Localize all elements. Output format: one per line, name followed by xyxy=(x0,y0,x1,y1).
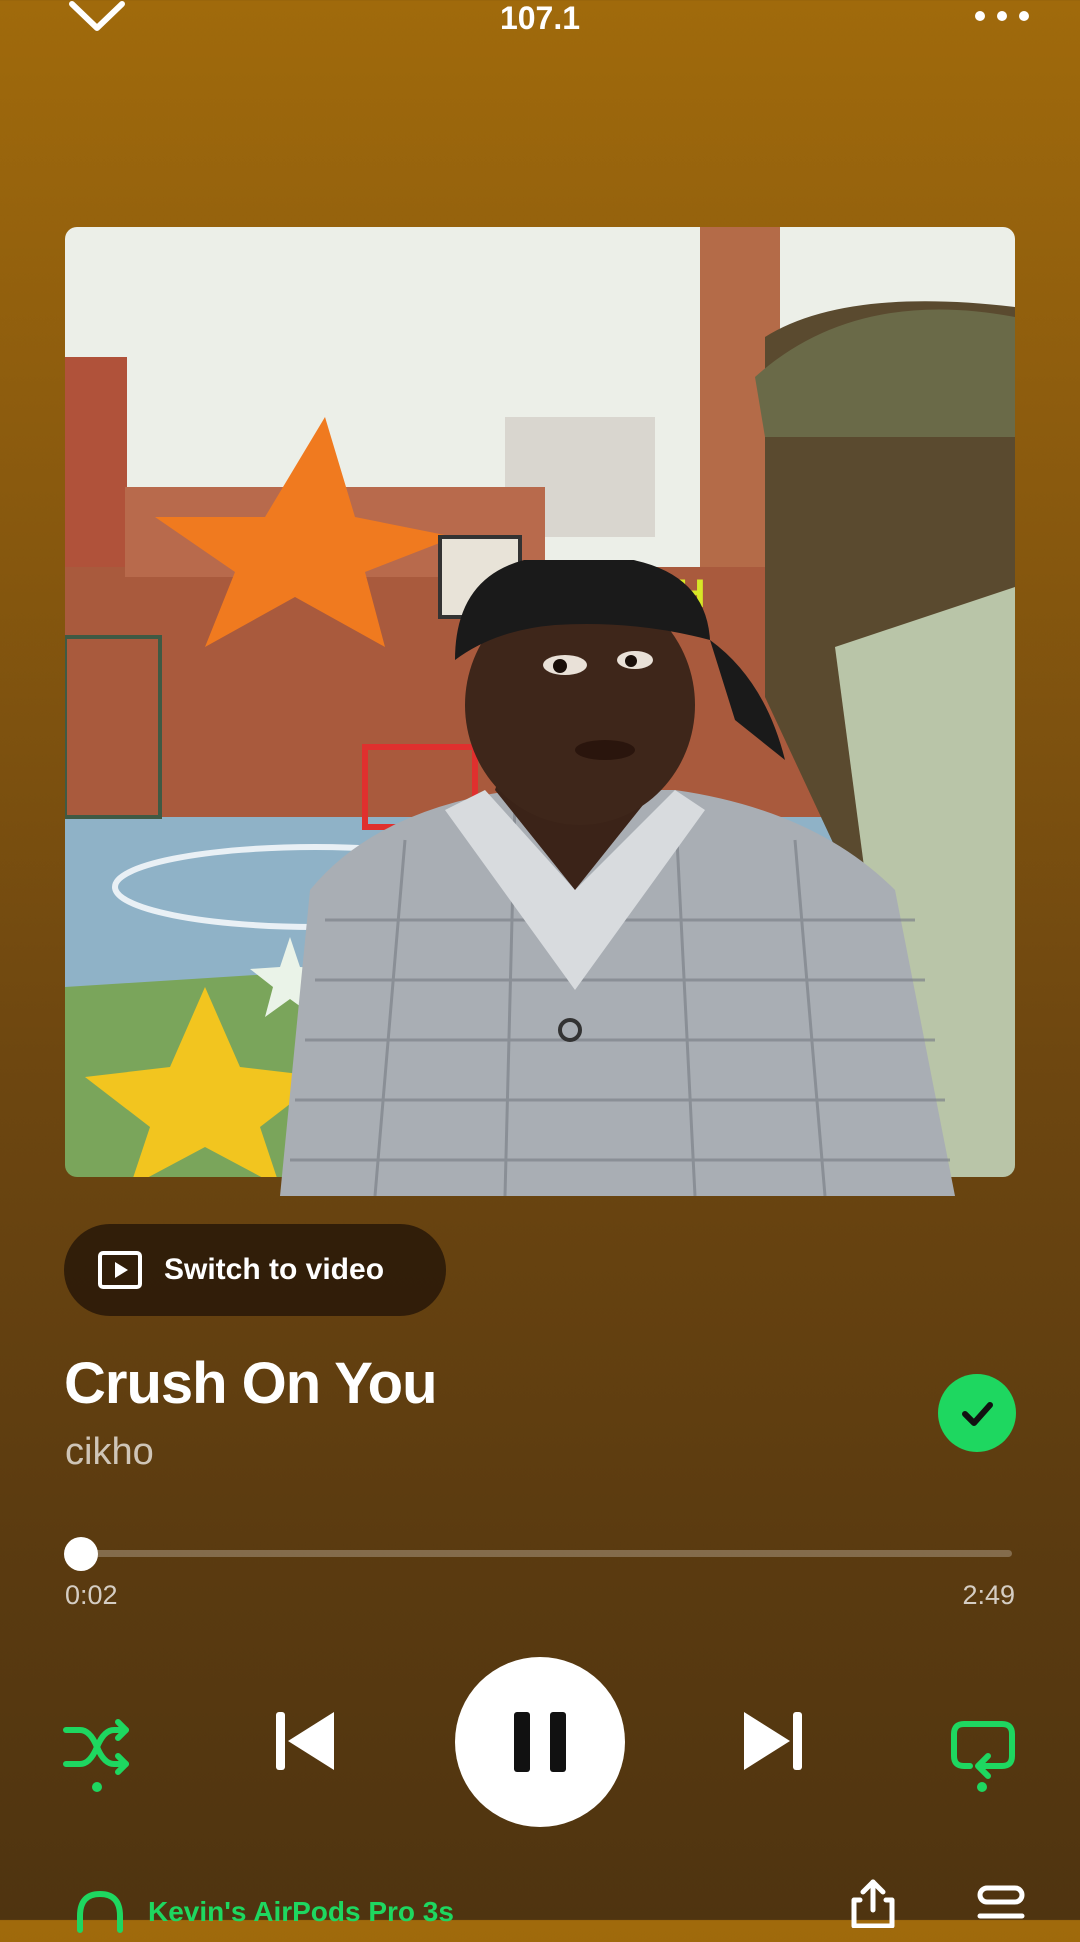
switch-to-video-button[interactable]: Switch to video xyxy=(64,1224,446,1316)
progress-bar[interactable] xyxy=(70,1550,1012,1557)
station-title: 107.1 xyxy=(499,0,581,36)
liked-button[interactable] xyxy=(938,1374,1016,1452)
repeat-active-indicator xyxy=(977,1782,987,1792)
shuffle-button[interactable] xyxy=(60,1710,134,1784)
headphones-icon xyxy=(77,1890,123,1933)
skip-forward-icon xyxy=(744,1712,802,1770)
device-name: Kevin's AirPods Pro 3s xyxy=(148,1896,454,1927)
time-total: 2:49 xyxy=(962,1580,1015,1610)
play-pause-button[interactable] xyxy=(455,1657,625,1827)
more-dots-icon xyxy=(975,11,1029,21)
more-options-button[interactable] xyxy=(972,6,1032,26)
queue-icon xyxy=(977,1885,1025,1919)
previous-track-button[interactable] xyxy=(270,1706,340,1776)
track-title[interactable]: Crush On You xyxy=(64,1350,438,1417)
shuffle-icon xyxy=(63,1719,129,1775)
shuffle-active-indicator xyxy=(92,1782,102,1792)
skip-back-icon xyxy=(276,1712,334,1770)
pause-icon xyxy=(514,1712,566,1772)
check-icon xyxy=(962,1402,993,1426)
share-icon xyxy=(851,1879,895,1929)
repeat-button[interactable] xyxy=(946,1710,1020,1784)
repeat-icon xyxy=(951,1721,1015,1779)
share-button[interactable] xyxy=(848,1878,898,1929)
switch-to-video-label: Switch to video xyxy=(164,1253,385,1286)
next-track-button[interactable] xyxy=(738,1706,808,1776)
track-artist[interactable]: cikho xyxy=(65,1431,154,1474)
time-elapsed: 0:02 xyxy=(65,1580,118,1610)
video-overlay-person xyxy=(255,554,955,1197)
video-play-icon xyxy=(98,1251,142,1289)
queue-button[interactable] xyxy=(976,1884,1026,1924)
progress-thumb[interactable] xyxy=(64,1537,98,1571)
connected-device-button[interactable]: Kevin's AirPods Pro 3s xyxy=(74,1882,454,1942)
